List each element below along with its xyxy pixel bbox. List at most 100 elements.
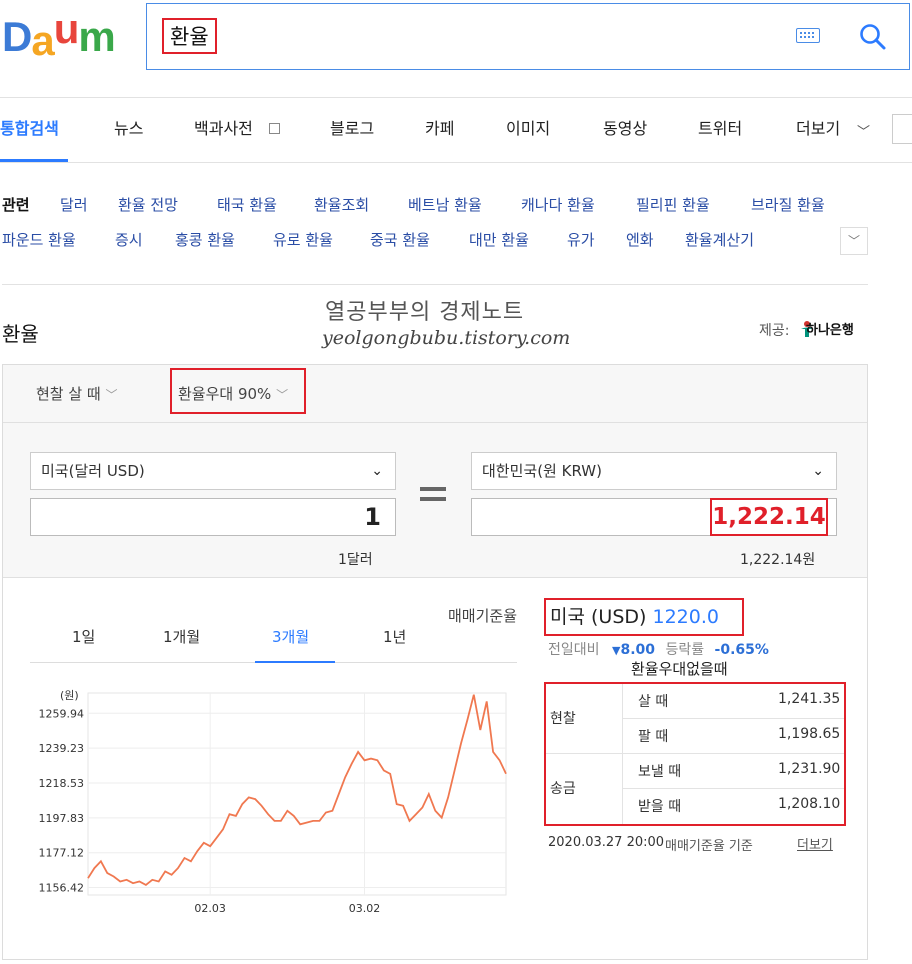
tab-cafe[interactable]: 카페 — [425, 110, 454, 148]
preferential-rate-text: 환율우대 90% ﹀ — [178, 383, 288, 404]
chart-plot-area — [87, 692, 507, 896]
search-tabs: 통합검색 뉴스 백과사전 블로그 카페 이미지 동영상 트위터 더보기 ﹀ — [0, 110, 912, 150]
related-link[interactable]: 증시 — [115, 229, 143, 250]
related-link[interactable]: 유가 — [567, 229, 595, 250]
base-rate-box: 미국 (USD) 1220.0 — [544, 598, 744, 636]
x-tick-label: 02.03 — [194, 902, 226, 915]
related-link[interactable]: 대만 환율 — [469, 229, 529, 250]
logo-letter: D — [2, 13, 32, 60]
from-caption: 1달러 — [338, 552, 373, 568]
keyboard-icon[interactable] — [796, 28, 820, 43]
watermark-url: yeolgongbubu.tistory.com — [322, 327, 571, 349]
rate-table: 현찰 송금 살 때 1,241.35 팔 때 1,198.65 보낼 때 1,2… — [544, 682, 846, 826]
daum-logo[interactable]: Daum — [2, 8, 116, 62]
cash-type-select[interactable]: 현찰 살 때 ﹀ — [36, 383, 118, 404]
related-link[interactable]: 환율조회 — [314, 194, 369, 215]
tab-extra-box[interactable] — [892, 114, 912, 144]
rate-chart: 1259.94 1239.23 1218.53 1197.83 1177.12 1156.… — [39, 689, 507, 915]
y-tick-label: 1239.23 — [39, 742, 85, 755]
logo-letter: a — [31, 17, 54, 64]
cash-type-label: 현찰 살 때 — [36, 385, 101, 403]
rate-row-label: 팔 때 — [638, 729, 669, 745]
to-amount-value: 1,222.14 — [710, 498, 828, 536]
chevron-down-icon: ﹀ — [105, 388, 118, 402]
search-icon[interactable] — [858, 22, 888, 52]
rate-basis: 매매기준율 기준 — [665, 839, 753, 854]
rate-group: 송금 — [550, 781, 576, 797]
rate-row-value: 1,231.90 — [778, 761, 841, 777]
preferential-rate-label: 환율우대 90% — [178, 385, 272, 403]
tab-blog[interactable]: 블로그 — [330, 110, 374, 148]
period-tab[interactable]: 1일 — [72, 626, 95, 647]
tab-video[interactable]: 동영상 — [603, 110, 647, 148]
period-tab[interactable]: 1년 — [383, 626, 406, 647]
rate-timestamp: 2020.03.27 20:00 — [548, 835, 665, 850]
period-tab[interactable]: 1개월 — [163, 626, 200, 647]
related-link[interactable]: 환율 전망 — [118, 194, 178, 215]
rate-value: 1220.0 — [652, 606, 719, 628]
from-currency-label: 미국(달러 USD) — [41, 462, 145, 480]
tab-images[interactable]: 이미지 — [506, 110, 550, 148]
y-tick-label: 1218.53 — [39, 777, 85, 790]
related-label: 관련 — [2, 196, 30, 214]
options-bar — [3, 365, 867, 423]
rate-row-value: 1,198.65 — [778, 726, 841, 742]
chevron-down-icon: ﹀ — [276, 388, 289, 402]
from-amount-input[interactable]: 1 — [30, 498, 396, 536]
pct-value: -0.65% — [714, 642, 769, 658]
encyclopedia-checkbox-icon[interactable] — [269, 123, 280, 134]
section-title: 환율 — [2, 322, 39, 346]
divider — [0, 162, 912, 163]
provider-name: 하나은행 — [806, 323, 854, 338]
chevron-down-icon: ⌄ — [371, 463, 383, 479]
related-link[interactable]: 달러 — [60, 194, 88, 215]
related-link[interactable]: 캐나다 환율 — [521, 194, 595, 215]
y-tick-label: 1177.12 — [39, 847, 85, 860]
tab-news[interactable]: 뉴스 — [114, 110, 143, 148]
rate-country: 미국 (USD) — [550, 606, 647, 628]
y-tick-label: 1156.42 — [39, 882, 85, 895]
related-link[interactable]: 브라질 환율 — [751, 194, 825, 215]
rate-row-value: 1,241.35 — [778, 691, 841, 707]
prev-value: 8.00 — [620, 642, 655, 658]
rate-row-label: 살 때 — [638, 694, 669, 710]
pct-label: 등락률 — [665, 642, 705, 658]
related-link[interactable]: 엔화 — [626, 229, 654, 250]
change-row: 전일대비 ▼8.00 등락률 -0.65% — [548, 639, 769, 659]
tab-all[interactable]: 통합검색 — [0, 110, 59, 148]
to-caption: 1,222.14원 — [740, 552, 816, 568]
related-link[interactable]: 파운드 환율 — [2, 229, 76, 250]
expand-related-button[interactable]: ﹀ — [840, 227, 868, 255]
search-input[interactable]: 환율 — [162, 18, 217, 54]
period-tab[interactable]: 3개월 — [272, 626, 309, 647]
table-title: 환율우대없을때 — [631, 660, 728, 678]
chevron-down-icon: ⌄ — [812, 463, 824, 479]
y-unit-label: (원) — [60, 689, 79, 702]
related-link[interactable]: 홍콩 환율 — [175, 229, 235, 250]
more-link[interactable]: 더보기 — [797, 834, 833, 853]
watermark-title: 열공부부의 경제노트 — [325, 300, 525, 325]
related-link[interactable]: 태국 환율 — [217, 194, 277, 215]
x-tick-label: 03.02 — [349, 902, 381, 915]
related-link[interactable]: 베트남 환율 — [408, 194, 482, 215]
logo-letter: m — [78, 13, 115, 60]
to-currency-select[interactable]: 대한민국(원 KRW) ⌄ — [471, 452, 837, 490]
related-link[interactable]: 유로 환율 — [273, 229, 333, 250]
provider-label: 제공: — [759, 323, 790, 339]
from-currency-select[interactable]: 미국(달러 USD) ⌄ — [30, 452, 396, 490]
base-rate-label: 매매기준율 — [448, 607, 518, 625]
rate-row-value: 1,208.10 — [778, 796, 841, 812]
chart-series-line — [87, 694, 507, 886]
related-link[interactable]: 환율계산기 — [685, 229, 754, 250]
active-period-underline — [255, 661, 335, 663]
related-link[interactable]: 필리핀 환율 — [636, 194, 710, 215]
rate-group: 현찰 — [550, 711, 576, 727]
y-tick-label: 1197.83 — [39, 812, 85, 825]
to-currency-label: 대한민국(원 KRW) — [482, 462, 602, 480]
tab-more[interactable]: 더보기 — [796, 110, 840, 148]
tab-encyclopedia[interactable]: 백과사전 — [194, 110, 253, 148]
divider — [0, 97, 912, 98]
related-link[interactable]: 중국 환율 — [370, 229, 430, 250]
tab-twitter[interactable]: 트위터 — [698, 110, 742, 148]
chevron-down-icon: ﹀ — [857, 125, 871, 140]
